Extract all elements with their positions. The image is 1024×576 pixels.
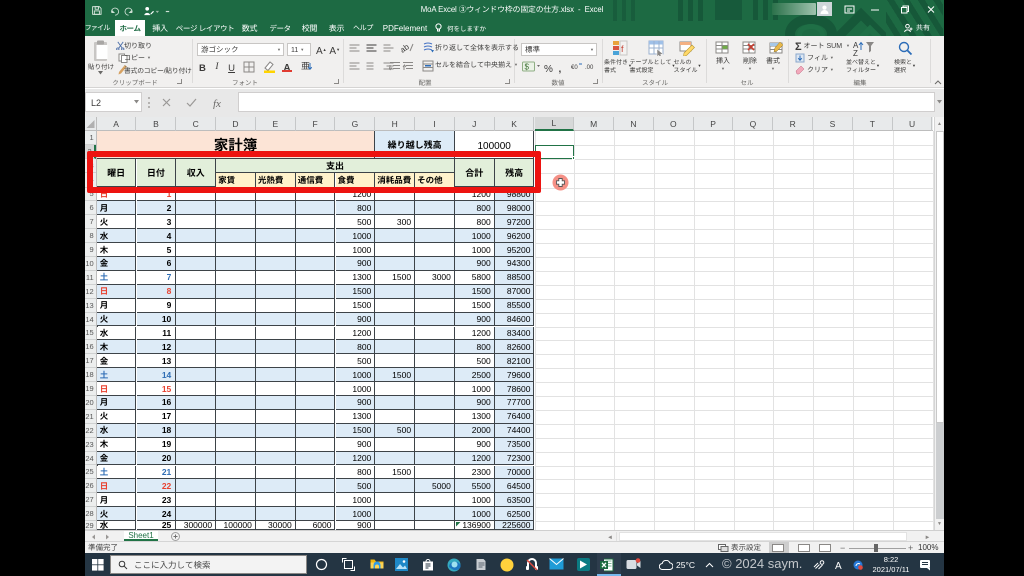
svg-text:亜: 亜	[301, 60, 310, 72]
svg-text:$: $	[525, 62, 530, 73]
svg-text:fx: fx	[213, 98, 221, 109]
svg-text:Z: Z	[853, 48, 858, 57]
svg-text:€0: €0	[571, 62, 578, 71]
svg-text:ab: ab	[401, 42, 412, 53]
svg-text:.00: .00	[585, 62, 594, 71]
